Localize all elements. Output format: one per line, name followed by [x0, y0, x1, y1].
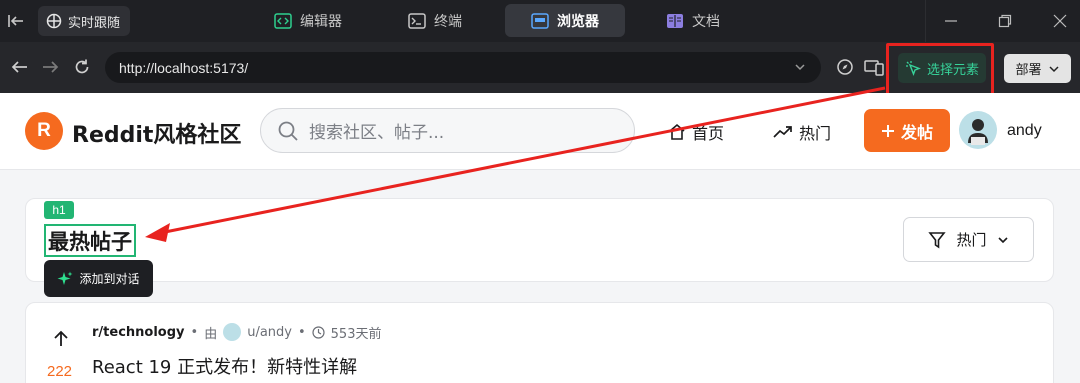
- code-icon: [274, 12, 292, 29]
- browser-icon: [531, 12, 549, 29]
- feed-header-card: [25, 198, 1054, 282]
- trending-icon: [773, 126, 792, 138]
- close-icon[interactable]: [1049, 10, 1071, 32]
- tab-editor[interactable]: 编辑器: [260, 4, 356, 37]
- window-controls-divider: [925, 0, 926, 42]
- chevron-down-icon: [997, 236, 1008, 243]
- site-logo[interactable]: R: [25, 112, 63, 150]
- post-meta: r/technology • 由 u/andy • 553天前: [92, 322, 381, 342]
- add-to-chat-button[interactable]: 添加到对话: [44, 260, 153, 297]
- plus-icon: [881, 124, 894, 137]
- page-title[interactable]: 最热帖子: [44, 224, 136, 257]
- sparkle-icon: [57, 271, 73, 285]
- tab-terminal-label: 终端: [434, 13, 462, 30]
- follow-button[interactable]: 实时跟随: [38, 6, 131, 36]
- sort-label: 热门: [956, 231, 987, 249]
- document-icon: [667, 13, 683, 28]
- filter-icon: [928, 231, 947, 248]
- collapse-sidebar-icon[interactable]: [6, 11, 26, 31]
- deploy-label: 部署: [1015, 63, 1042, 78]
- search-placeholder: 搜索社区、帖子...: [309, 123, 445, 143]
- subreddit-link[interactable]: r/technology: [92, 325, 185, 340]
- forward-arrow-icon[interactable]: [40, 57, 60, 77]
- reload-icon[interactable]: [72, 57, 92, 77]
- upvote-arrow-icon[interactable]: [51, 328, 71, 348]
- create-post-label: 发帖: [900, 122, 933, 142]
- tab-browser[interactable]: 浏览器: [505, 4, 625, 37]
- annotation-highlight-box: [886, 43, 994, 98]
- minimize-icon[interactable]: [940, 10, 962, 32]
- create-post-button[interactable]: 发帖: [864, 109, 950, 152]
- meta-dot: •: [297, 324, 306, 340]
- compass-icon[interactable]: [835, 57, 855, 77]
- tab-editor-label: 编辑器: [300, 13, 342, 30]
- clock-icon: [312, 325, 325, 339]
- author-avatar: [223, 323, 242, 341]
- tab-browser-label: 浏览器: [557, 13, 599, 30]
- nav-home[interactable]: 首页: [668, 120, 724, 144]
- site-header: R Reddit风格社区 搜索社区、帖子... 首页 热门 发帖 andy: [0, 93, 1080, 170]
- search-input[interactable]: 搜索社区、帖子...: [260, 108, 635, 153]
- nav-hot-label: 热门: [799, 124, 832, 143]
- nav-home-label: 首页: [692, 124, 725, 143]
- terminal-icon: [408, 12, 426, 29]
- sort-dropdown[interactable]: 热门: [903, 217, 1034, 262]
- nav-hot[interactable]: 热门: [773, 120, 831, 144]
- restore-icon[interactable]: [994, 10, 1016, 32]
- post-age: 553天前: [330, 326, 382, 342]
- avatar[interactable]: [959, 111, 997, 149]
- meta-dot: •: [190, 324, 199, 340]
- element-tag-badge: h1: [44, 201, 74, 219]
- url-input[interactable]: http://localhost:5173/: [105, 52, 821, 83]
- add-to-chat-label: 添加到对话: [79, 272, 140, 286]
- url-text: http://localhost:5173/: [119, 59, 249, 76]
- follow-label: 实时跟随: [68, 15, 121, 31]
- by-label: 由: [204, 326, 218, 342]
- crosshair-icon: [46, 13, 62, 29]
- username[interactable]: andy: [1007, 122, 1042, 140]
- chevron-down-icon: [1048, 65, 1059, 72]
- home-icon: [669, 123, 685, 140]
- post-title[interactable]: React 19 正式发布！新特性详解: [92, 353, 357, 379]
- chevron-down-icon[interactable]: [793, 60, 807, 74]
- search-icon: [278, 121, 298, 141]
- vote-count: 222: [47, 363, 73, 380]
- responsive-device-icon[interactable]: [864, 57, 884, 77]
- ide-top-bar: 实时跟随 编辑器 终端 浏览器 文档: [0, 0, 1080, 42]
- site-brand[interactable]: Reddit风格社区: [72, 117, 241, 149]
- deploy-button[interactable]: 部署: [1004, 54, 1071, 83]
- author-link[interactable]: u/andy: [247, 325, 292, 340]
- back-arrow-icon[interactable]: [10, 57, 30, 77]
- tab-docs[interactable]: 文档: [652, 4, 734, 37]
- tab-docs-label: 文档: [692, 13, 720, 30]
- tab-terminal[interactable]: 终端: [394, 4, 476, 37]
